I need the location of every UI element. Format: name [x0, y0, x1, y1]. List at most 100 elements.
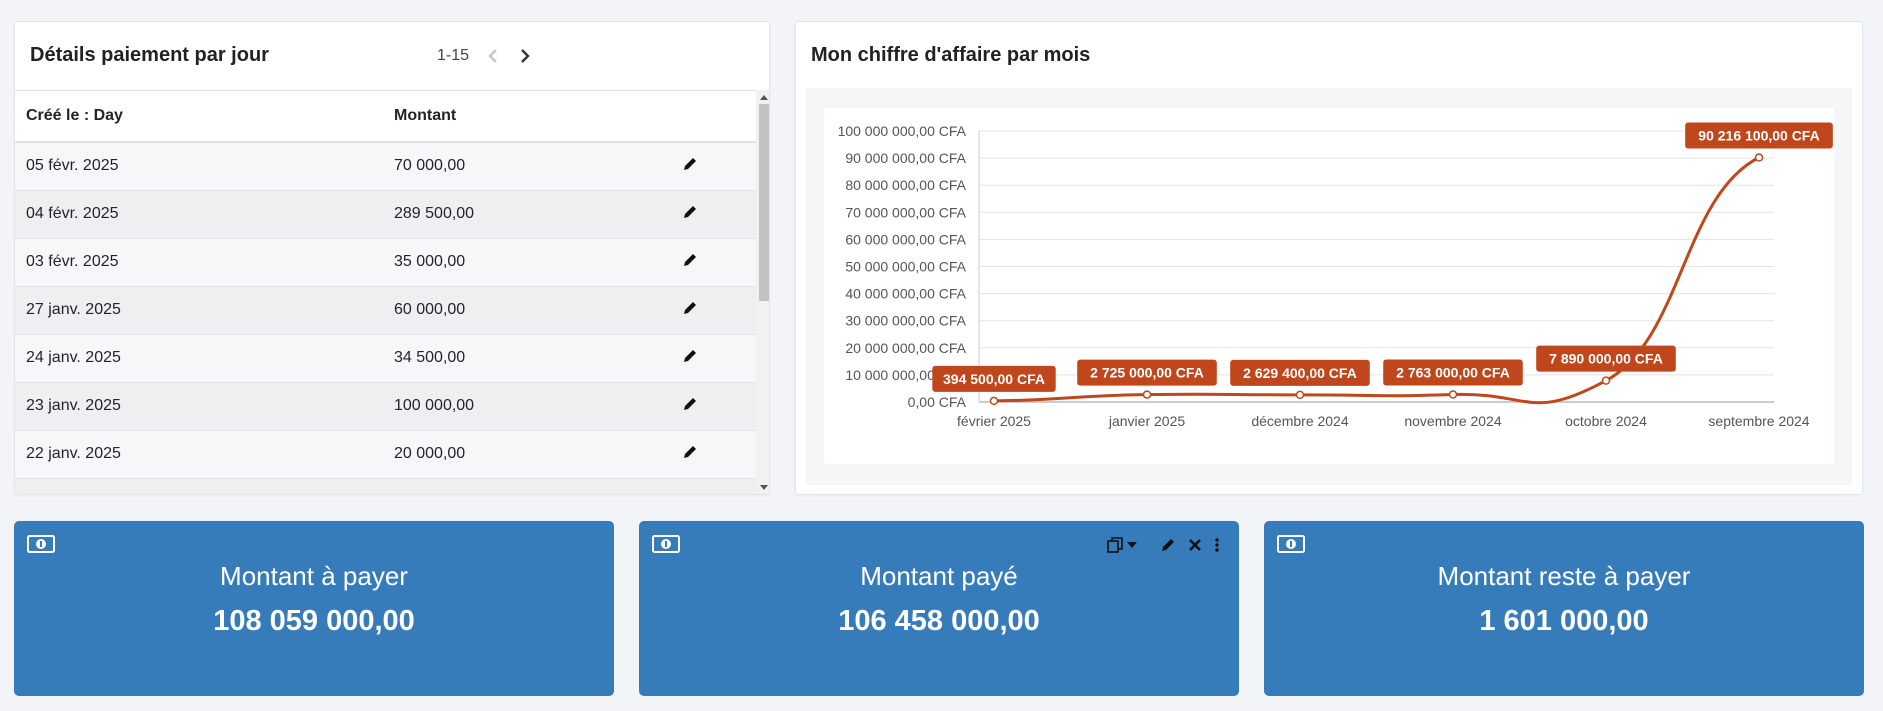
table-row[interactable]: 22 janv. 2025 20 000,00: [15, 430, 756, 479]
kpi-value: 1 601 000,00: [1479, 605, 1649, 637]
edit-row-button[interactable]: [683, 397, 697, 416]
cell-date: 24 janv. 2025: [15, 334, 383, 383]
table-row[interactable]: 05 févr. 2025 70 000,00: [15, 142, 756, 191]
data-label: 90 216 100,00 CFA: [1698, 128, 1819, 144]
cell-date: 23 janv. 2025: [15, 382, 383, 431]
chart-card-title: Mon chiffre d'affaire par mois: [811, 44, 1091, 66]
data-label: 394 500,00 CFA: [943, 371, 1045, 387]
money-bill-icon: [27, 535, 55, 558]
edit-row-button[interactable]: [683, 205, 697, 224]
cell-actions: [683, 478, 756, 494]
cell-actions: [683, 430, 756, 479]
edit-row-button[interactable]: [683, 253, 697, 272]
payments-table-card: Détails paiement par jour 1-15 Créé le :…: [14, 21, 770, 495]
y-tick-label: 20 000 000,00 CFA: [845, 340, 966, 356]
pager-range: 1-15: [437, 47, 470, 64]
scroll-down-arrow[interactable]: [760, 485, 768, 490]
column-header-actions: [683, 91, 756, 143]
table-row[interactable]: 24 janv. 2025 34 500,00: [15, 334, 756, 383]
kpi-card-amount-remaining: Montant reste à payer 1 601 000,00: [1264, 521, 1864, 696]
cell-date: 04 févr. 2025: [15, 190, 383, 239]
y-tick-label: 100 000 000,00 CFA: [838, 123, 967, 139]
cell-date: 22 janv. 2025: [15, 430, 383, 479]
column-header-amount[interactable]: Montant: [383, 91, 683, 143]
x-tick-label: octobre 2024: [1565, 413, 1647, 429]
y-tick-label: 70 000 000,00 CFA: [845, 204, 966, 220]
revenue-chart-card: Mon chiffre d'affaire par mois 0,00 CFA 1…: [795, 21, 1863, 495]
pencil-icon: [684, 397, 696, 410]
kpi-label: Montant payé: [860, 561, 1018, 591]
scroll-thumb[interactable]: [759, 104, 769, 301]
data-point: [1295, 390, 1305, 400]
edit-row-button[interactable]: [683, 349, 697, 368]
cell-amount: 70 000,00: [383, 142, 683, 191]
data-label: 2 725 000,00 CFA: [1090, 365, 1204, 381]
cell-date: 05 févr. 2025: [15, 142, 383, 191]
chevron-right-icon: [521, 49, 530, 63]
column-header-date[interactable]: Créé le : Day: [15, 91, 383, 143]
pencil-icon: [684, 445, 696, 458]
cell-date: 20 janv. 2025: [15, 478, 383, 494]
prev-page-button[interactable]: [483, 46, 503, 66]
ellipsis-vertical-icon: [1215, 538, 1219, 552]
cell-actions: [683, 142, 756, 191]
x-tick-label: janvier 2025: [1108, 413, 1185, 429]
edit-row-button[interactable]: [683, 493, 697, 494]
table-row[interactable]: 04 févr. 2025 289 500,00: [15, 190, 756, 239]
payments-table: Créé le : Day Montant 05 févr. 2025 70 00…: [15, 90, 756, 494]
cell-amount: 34 500,00: [383, 334, 683, 383]
table-row[interactable]: 23 janv. 2025 100 000,00: [15, 382, 756, 431]
data-label: 2 763 000,00 CFA: [1396, 365, 1510, 381]
y-tick-label: 90 000 000,00 CFA: [845, 150, 966, 166]
cell-actions: [683, 286, 756, 335]
x-tick-label: novembre 2024: [1404, 413, 1502, 429]
cell-amount: 35 000,00: [383, 238, 683, 287]
cell-amount: 100 000,00: [383, 478, 683, 494]
kpi-card-amount-due: Montant à payer 108 059 000,00: [14, 521, 614, 696]
x-tick-label: février 2025: [957, 413, 1031, 429]
y-tick-label: 30 000 000,00 CFA: [845, 313, 966, 329]
kpi-card-amount-paid: Montant payé 106 458 000,00: [639, 521, 1239, 696]
scroll-up-arrow[interactable]: [760, 95, 768, 100]
pencil-icon: [684, 157, 696, 170]
cell-amount: 100 000,00: [383, 382, 683, 431]
data-point: [1754, 153, 1764, 162]
table-scrollbar[interactable]: [756, 90, 769, 494]
cell-amount: 289 500,00: [383, 190, 683, 239]
next-page-button[interactable]: [515, 46, 535, 66]
cell-amount: 20 000,00: [383, 430, 683, 479]
close-button[interactable]: [1189, 539, 1201, 551]
edit-row-button[interactable]: [683, 445, 697, 464]
y-tick-label: 50 000 000,00 CFA: [845, 259, 966, 275]
pencil-icon: [684, 301, 696, 314]
pager: 1-15: [437, 46, 547, 66]
table-row[interactable]: 27 janv. 2025 60 000,00: [15, 286, 756, 335]
money-bill-icon: [1277, 535, 1305, 558]
data-point: [1448, 390, 1458, 399]
edit-button[interactable]: [1161, 538, 1175, 552]
pencil-icon: [684, 253, 696, 266]
kpi-label: Montant à payer: [220, 561, 408, 591]
table-row[interactable]: 03 févr. 2025 35 000,00: [15, 238, 756, 287]
cell-actions: [683, 190, 756, 239]
copy-dropdown-button[interactable]: [1107, 537, 1137, 553]
money-bill-icon: [652, 535, 680, 558]
edit-row-button[interactable]: [683, 301, 697, 320]
data-label: 7 890 000,00 CFA: [1549, 351, 1663, 367]
table-row[interactable]: 20 janv. 2025100 000,00: [15, 478, 756, 494]
y-tick-label: 0,00 CFA: [908, 394, 967, 410]
close-icon: [1189, 539, 1201, 551]
cell-date: 03 févr. 2025: [15, 238, 383, 287]
revenue-line-chart: 0,00 CFA10 000 000,00 CFA20 000 000,00 C…: [824, 108, 1834, 464]
table-header-row: Créé le : Day Montant: [15, 91, 756, 143]
chevron-left-icon: [488, 49, 497, 63]
data-point: [1142, 390, 1152, 399]
y-tick-label: 60 000 000,00 CFA: [845, 231, 966, 247]
edit-row-button[interactable]: [683, 157, 697, 176]
more-options-button[interactable]: [1215, 538, 1219, 552]
y-tick-label: 40 000 000,00 CFA: [845, 286, 966, 302]
data-label: 2 629 400,00 CFA: [1243, 365, 1357, 381]
table-card-title: Détails paiement par jour: [30, 44, 269, 66]
caret-down-icon: [1127, 542, 1137, 548]
table-body: 05 févr. 2025 70 000,00 04 févr. 2025 289 5…: [15, 142, 756, 494]
